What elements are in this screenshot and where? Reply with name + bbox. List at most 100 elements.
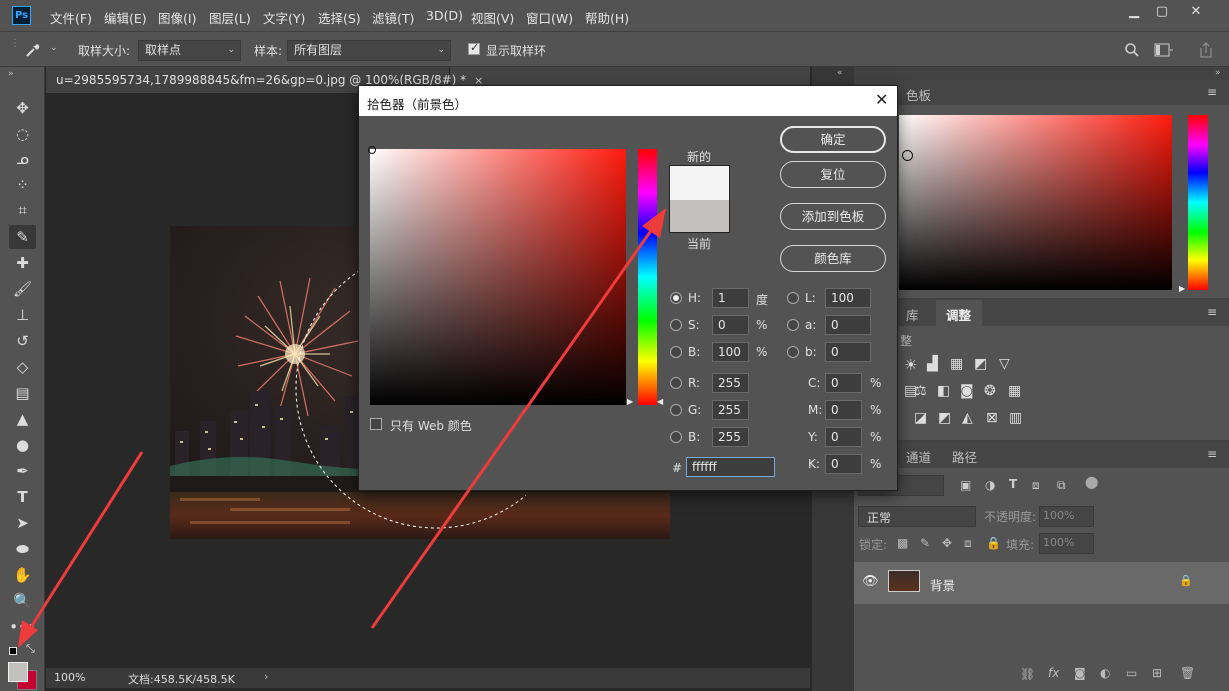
a-channel-radio[interactable]	[787, 319, 799, 331]
color-lookup-icon[interactable]: ▦	[1008, 383, 1021, 399]
maximize-icon[interactable]: ▢	[1154, 4, 1170, 20]
swap-colors-icon[interactable]: ⤡	[26, 642, 35, 656]
hue-radio[interactable]	[670, 292, 682, 304]
share-icon[interactable]	[1198, 41, 1214, 59]
collapse-panel-icon[interactable]: »	[8, 69, 14, 79]
green-radio[interactable]	[670, 404, 682, 416]
green-input[interactable]: 255	[712, 400, 749, 420]
hand-tool-icon[interactable]: ✋	[9, 563, 36, 587]
add-mask-icon[interactable]: ◙	[1074, 666, 1086, 680]
filter-type-icon[interactable]: T	[1009, 477, 1017, 491]
menu-help[interactable]: 帮助(H)	[585, 8, 629, 27]
sample-size-select[interactable]: 取样点 ⌄	[138, 40, 241, 61]
b-channel-radio[interactable]	[787, 346, 799, 358]
tab-swatches[interactable]: 色板	[906, 85, 931, 104]
menu-view[interactable]: 视图(V)	[471, 8, 514, 27]
color-field-marker[interactable]	[902, 150, 913, 161]
add-to-swatches-button[interactable]: 添加到色板	[780, 203, 886, 230]
ok-button[interactable]: 确定	[780, 126, 886, 153]
new-layer-icon[interactable]: ⊞	[1152, 666, 1162, 680]
path-select-tool-icon[interactable]: ➤	[9, 511, 36, 535]
lock-transparent-icon[interactable]: ▩	[897, 536, 908, 550]
blur-tool-icon[interactable]: ▲	[9, 407, 36, 431]
menu-type[interactable]: 文字(Y)	[263, 8, 305, 27]
filter-pixel-icon[interactable]: ▣	[960, 478, 971, 492]
menu-3d[interactable]: 3D(D)	[426, 8, 463, 23]
menu-file[interactable]: 文件(F)	[50, 8, 92, 27]
opacity-field[interactable]: 100%	[1039, 506, 1094, 527]
menu-select[interactable]: 选择(S)	[318, 8, 361, 27]
a-channel-input[interactable]: 0	[825, 315, 871, 335]
link-layers-icon[interactable]: ⛓	[1020, 667, 1035, 681]
filter-shape-icon[interactable]: ⧈	[1032, 478, 1040, 493]
blue-input[interactable]: 255	[712, 427, 749, 447]
lightness-input[interactable]: 100	[825, 288, 871, 308]
saturation-brightness-field[interactable]	[370, 149, 626, 405]
hue-left-marker-icon[interactable]: ▶	[627, 397, 633, 406]
default-colors-icon[interactable]	[9, 647, 17, 655]
hue-slider[interactable]	[1188, 115, 1208, 290]
b-channel-input[interactable]: 0	[825, 342, 871, 362]
move-tool-icon[interactable]: ✥	[9, 96, 36, 120]
channel-mixer-icon[interactable]: ❂	[984, 383, 996, 399]
tab-paths[interactable]: 路径	[952, 447, 977, 466]
filter-toggle-icon[interactable]: ⬤	[1085, 475, 1098, 489]
black-input[interactable]: 0	[825, 454, 862, 474]
curves-icon[interactable]: ▦	[950, 356, 963, 372]
search-icon[interactable]	[1124, 42, 1140, 58]
posterize-icon[interactable]: ◩	[938, 410, 951, 426]
invert-icon[interactable]: ◪	[914, 410, 927, 426]
pen-tool-icon[interactable]: ✒	[9, 459, 36, 483]
red-input[interactable]: 255	[712, 373, 749, 393]
yellow-input[interactable]: 0	[825, 427, 862, 447]
lightness-radio[interactable]	[787, 292, 799, 304]
panel-menu-icon[interactable]: ≡	[1207, 85, 1217, 99]
levels-icon[interactable]: ▟	[927, 356, 938, 372]
cyan-input[interactable]: 0	[825, 373, 862, 393]
tab-adjustments[interactable]: 调整	[946, 305, 971, 324]
brightness-icon[interactable]: ☀	[904, 356, 917, 374]
hue-slider-marker-icon[interactable]: ▶	[1179, 284, 1185, 293]
history-brush-tool-icon[interactable]: ↺	[9, 329, 36, 353]
photo-filter-icon[interactable]: ◙	[960, 383, 974, 399]
saturation-input[interactable]: 0	[712, 315, 749, 335]
vibrance-icon[interactable]: ▽	[999, 356, 1010, 372]
color-balance-icon[interactable]: ⚖	[914, 383, 927, 399]
black-white-icon[interactable]: ◧	[937, 383, 950, 399]
filter-adjustment-icon[interactable]: ◑	[985, 478, 995, 492]
foreground-color-swatch[interactable]	[8, 662, 28, 682]
expand-panels-icon[interactable]: «	[837, 68, 843, 78]
menu-image[interactable]: 图像(I)	[158, 8, 196, 27]
lock-image-icon[interactable]: ✎	[920, 536, 930, 550]
hue-input[interactable]: 1	[712, 288, 749, 308]
new-group-icon[interactable]: ▭	[1126, 666, 1137, 680]
web-colors-checkbox[interactable]	[370, 418, 382, 430]
menu-layer[interactable]: 图层(L)	[209, 8, 251, 27]
sample-select[interactable]: 所有图层 ⌄	[287, 40, 451, 61]
workspace-icon[interactable]	[1154, 42, 1174, 58]
stamp-tool-icon[interactable]: ⊥	[9, 303, 36, 327]
reset-button[interactable]: 复位	[780, 161, 886, 188]
zoom-level[interactable]: 100%	[54, 671, 85, 684]
hue-strip[interactable]	[638, 149, 657, 405]
show-ring-checkbox[interactable]	[468, 41, 480, 55]
ellipse-tool-icon[interactable]: ⬬	[9, 537, 36, 561]
selective-color-icon[interactable]: ⊠	[986, 410, 998, 426]
crop-tool-icon[interactable]: ⌗	[9, 198, 36, 222]
menu-window[interactable]: 窗口(W)	[526, 8, 573, 27]
lock-position-icon[interactable]: ✥	[942, 536, 952, 550]
brush-tool-icon[interactable]: 🖌	[9, 277, 36, 301]
tool-preset-chevron-icon[interactable]: ⌄	[50, 43, 58, 53]
panel-menu-icon[interactable]: ≡	[1207, 447, 1217, 461]
tab-channels[interactable]: 通道	[906, 447, 931, 466]
color-field[interactable]	[899, 115, 1172, 290]
status-menu-chevron-icon[interactable]: ›	[264, 670, 268, 683]
eraser-tool-icon[interactable]: ◇	[9, 355, 36, 379]
type-tool-icon[interactable]: T	[9, 485, 36, 509]
threshold-icon[interactable]: ◭	[962, 410, 973, 426]
hue-right-marker-icon[interactable]: ◀	[657, 397, 663, 406]
minimize-icon[interactable]: ▁	[1126, 4, 1142, 20]
lock-all-icon[interactable]: 🔒	[986, 536, 1001, 550]
tab-library[interactable]: 库	[906, 305, 919, 324]
collapse-panels-icon[interactable]: »	[1215, 68, 1221, 78]
